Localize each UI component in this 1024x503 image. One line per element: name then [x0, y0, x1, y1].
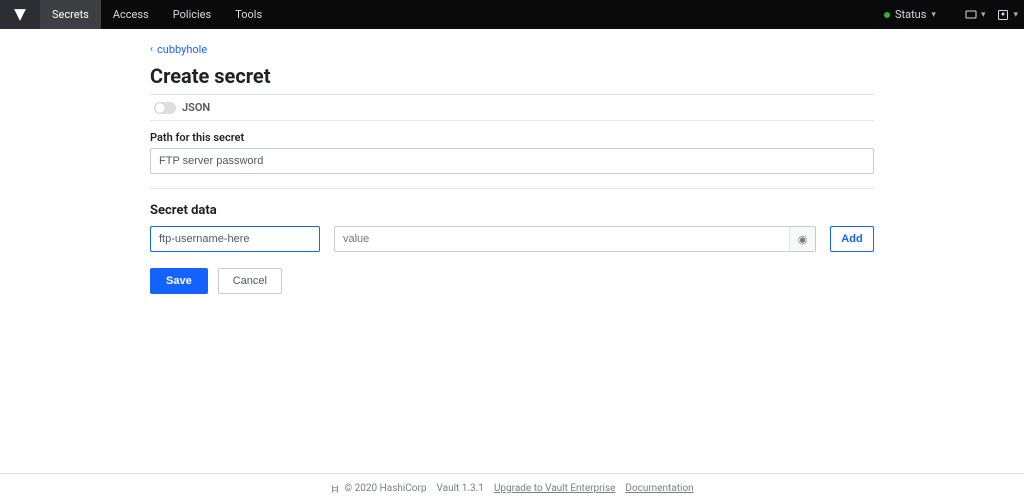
status-menu[interactable]: Status ▾ [874, 8, 946, 21]
nav-tab-secrets[interactable]: Secrets [40, 0, 101, 29]
footer: © 2020 HashiCorp Vault 1.3.1 Upgrade to … [0, 473, 1024, 503]
footer-upgrade-link[interactable]: Upgrade to Vault Enterprise [494, 483, 615, 494]
page-title: Create secret [150, 64, 874, 88]
toggle-visibility-button[interactable]: ◉ [789, 227, 815, 251]
footer-version: Vault 1.3.1 [437, 483, 484, 494]
footer-copyright: © 2020 HashiCorp [330, 483, 426, 494]
kv-value-wrap: ◉ [334, 226, 816, 252]
user-icon [997, 9, 1009, 21]
nav-tab-policies[interactable]: Policies [161, 0, 223, 29]
json-toggle-label: JSON [182, 101, 210, 114]
status-indicator-icon [884, 12, 890, 18]
kv-row: ◉ Add [150, 226, 874, 252]
divider [150, 188, 874, 189]
secret-data-heading: Secret data [150, 203, 874, 218]
kv-value-input[interactable] [335, 227, 789, 251]
status-label: Status [895, 8, 926, 21]
console-menu[interactable]: ▾ [959, 9, 992, 21]
chevron-down-icon: ▾ [1013, 10, 1018, 20]
form-actions: Save Cancel [150, 268, 874, 294]
save-button[interactable]: Save [150, 268, 208, 294]
chevron-left-icon: ‹ [150, 44, 153, 55]
chevron-down-icon: ▾ [981, 10, 986, 20]
json-toggle-row: JSON [150, 94, 874, 121]
kv-key-input[interactable] [150, 226, 320, 252]
main-content: ‹ cubbyhole Create secret JSON Path for … [0, 29, 1024, 473]
eye-icon: ◉ [798, 233, 808, 246]
footer-docs-link[interactable]: Documentation [625, 483, 693, 494]
vault-logo[interactable] [0, 0, 40, 29]
path-input[interactable] [150, 148, 874, 174]
json-toggle[interactable] [154, 102, 176, 114]
path-field-label: Path for this secret [150, 131, 874, 144]
top-navbar: Secrets Access Policies Tools Status ▾ ▾… [0, 0, 1024, 29]
add-button[interactable]: Add [830, 226, 874, 252]
chevron-down-icon: ▾ [931, 10, 936, 20]
nav-tabs: Secrets Access Policies Tools [40, 0, 274, 29]
breadcrumb-label: cubbyhole [157, 43, 207, 56]
user-menu[interactable]: ▾ [991, 9, 1024, 21]
nav-tab-access[interactable]: Access [101, 0, 161, 29]
vault-logo-icon [13, 8, 27, 22]
cancel-button[interactable]: Cancel [218, 268, 282, 294]
toggle-knob [155, 103, 165, 113]
nav-tab-tools[interactable]: Tools [223, 0, 274, 29]
console-icon [965, 9, 977, 21]
hashicorp-icon [330, 484, 340, 494]
breadcrumb[interactable]: ‹ cubbyhole [150, 43, 874, 56]
